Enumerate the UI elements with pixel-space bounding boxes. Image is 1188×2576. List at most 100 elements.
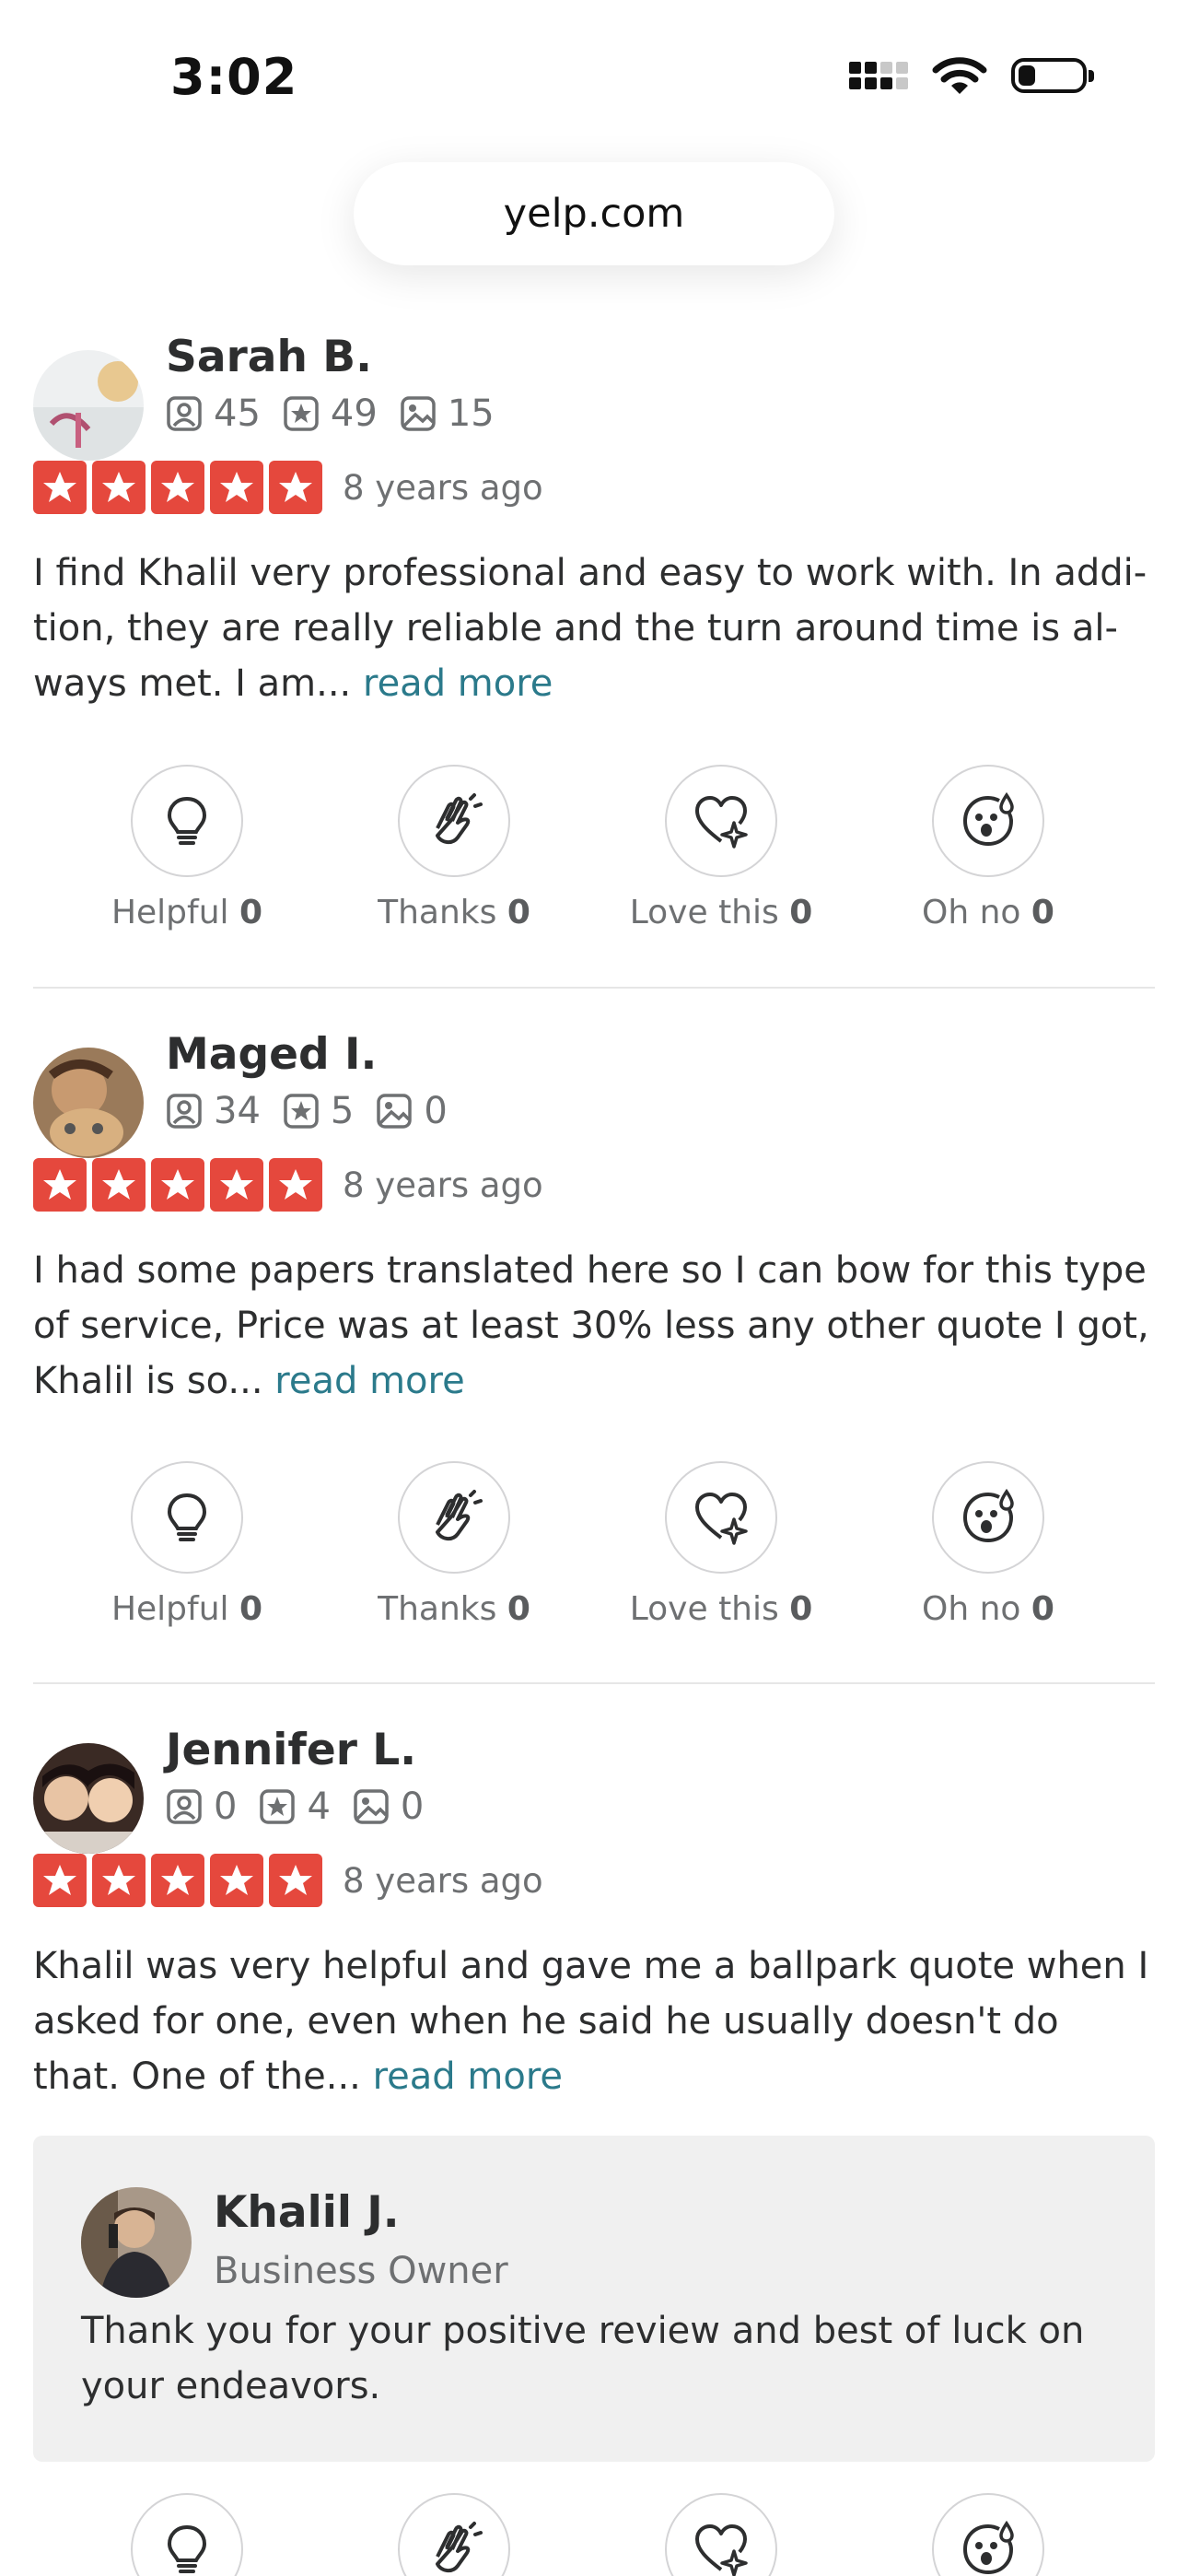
oh-no-button[interactable]: Oh no 0 (878, 1461, 1099, 1628)
star-icon (210, 461, 263, 514)
oh-no-button[interactable]: Oh no 0 (878, 765, 1099, 931)
love-this-button[interactable] (611, 2493, 832, 2576)
read-more-link[interactable]: read more (373, 2055, 563, 2098)
star-icon (269, 461, 322, 514)
avatar[interactable] (33, 1048, 144, 1158)
clapping-hands-icon (436, 2522, 483, 2572)
star-icon (33, 461, 87, 514)
reactions-row: Helpful 0 Thanks 0 Love this 0 Oh no 0 (33, 765, 1155, 949)
star-icon (92, 1854, 146, 1907)
photo-icon (377, 1094, 413, 1129)
friends-count: 34 (214, 1090, 261, 1132)
read-more-link[interactable]: read more (363, 662, 553, 705)
reviewer-name[interactable]: Jennifer L. (166, 1725, 416, 1775)
helpful-button[interactable]: Helpful 0 (76, 765, 297, 931)
friends-icon (167, 396, 202, 431)
review-body: Khalil was very helpful and gave me a ba… (33, 1945, 1149, 2098)
clapping-hands-icon (436, 1490, 483, 1540)
review-count: 49 (330, 392, 378, 435)
review-count-icon (284, 396, 319, 431)
review-body: I find Khalil very professional and easy… (33, 552, 1147, 705)
friends-count: 45 (214, 392, 261, 435)
love-this-button[interactable]: Love this 0 (611, 765, 832, 931)
reviewer-stats: 0 4 0 (166, 1786, 446, 1828)
lightbulb-icon (167, 1493, 207, 1541)
reviewer-stats: 34 5 0 (166, 1090, 470, 1132)
star-icon (151, 1854, 204, 1907)
clapping-hands-icon (436, 793, 483, 844)
rating-row: 8 years ago (33, 461, 543, 514)
reviewer-stats: 45 49 15 (166, 392, 517, 435)
review-text: Khalil was very helpful and gave me a ba… (33, 1938, 1155, 2104)
status-time: 3:02 (170, 48, 298, 106)
star-icon (269, 1854, 322, 1907)
review-count-icon (260, 1789, 296, 1824)
friends-icon (167, 1094, 202, 1129)
star-icon (92, 461, 146, 514)
cellular-signal-icon (849, 62, 908, 89)
reviewer-name[interactable]: Sarah B. (166, 332, 372, 382)
reviewer-name[interactable]: Maged I. (166, 1029, 377, 1080)
shocked-face-icon (962, 1488, 1014, 1543)
review-date: 8 years ago (343, 1860, 543, 1901)
thanks-button[interactable]: Thanks 0 (344, 765, 565, 931)
thanks-button[interactable] (344, 2493, 565, 2576)
status-icons (849, 55, 1094, 96)
photo-count: 0 (400, 1786, 425, 1828)
url-text: yelp.com (503, 191, 685, 237)
battery-icon (1011, 58, 1094, 93)
heart-sparkle-icon (695, 1493, 748, 1545)
divider (33, 987, 1155, 989)
divider (33, 1682, 1155, 1684)
read-more-link[interactable]: read more (274, 1360, 464, 1402)
url-bar[interactable]: yelp.com (354, 162, 834, 265)
lightbulb-icon (167, 2524, 207, 2573)
wifi-icon (932, 57, 987, 94)
friends-icon (167, 1789, 202, 1824)
helpful-button[interactable]: Helpful 0 (76, 1461, 297, 1628)
owner-role: Business Owner (214, 2250, 508, 2292)
owner-avatar[interactable] (81, 2187, 192, 2298)
rating-row: 8 years ago (33, 1158, 543, 1212)
avatar[interactable] (33, 350, 144, 461)
shocked-face-icon (962, 791, 1014, 847)
shocked-face-icon (962, 2520, 1014, 2575)
star-icon (210, 1854, 263, 1907)
photo-icon (401, 396, 436, 431)
star-icon (151, 461, 204, 514)
reactions-row (33, 2493, 1155, 2576)
helpful-button[interactable] (76, 2493, 297, 2576)
heart-sparkle-icon (695, 796, 748, 849)
star-icon (92, 1158, 146, 1212)
review-date: 8 years ago (343, 467, 543, 508)
star-icon (210, 1158, 263, 1212)
oh-no-button[interactable] (878, 2493, 1099, 2576)
heart-sparkle-icon (695, 2524, 748, 2576)
photo-count: 15 (447, 392, 495, 435)
review-date: 8 years ago (343, 1165, 543, 1205)
rating-row: 8 years ago (33, 1854, 543, 1907)
love-this-button[interactable]: Love this 0 (611, 1461, 832, 1628)
avatar[interactable] (33, 1743, 144, 1854)
star-icon (33, 1854, 87, 1907)
review-count: 5 (330, 1090, 355, 1132)
star-rating (33, 1854, 322, 1907)
owner-reply: Khalil J. Business Owner Thank you for y… (33, 2136, 1155, 2462)
star-rating (33, 1158, 322, 1212)
review-count: 4 (307, 1786, 331, 1828)
thanks-button[interactable]: Thanks 0 (344, 1461, 565, 1628)
owner-name[interactable]: Khalil J. (214, 2187, 400, 2238)
photo-icon (354, 1789, 389, 1824)
review-text: I had some papers translated here so I c… (33, 1243, 1155, 1409)
status-bar: 3:02 (0, 0, 1188, 157)
review-body: I had some papers translated here so I c… (33, 1249, 1149, 1402)
friends-count: 0 (214, 1786, 238, 1828)
lightbulb-icon (167, 796, 207, 845)
photo-count: 0 (424, 1090, 448, 1132)
review-text: I find Khalil very professional and easy… (33, 545, 1155, 711)
review-count-icon (284, 1094, 319, 1129)
star-icon (33, 1158, 87, 1212)
star-icon (269, 1158, 322, 1212)
star-rating (33, 461, 322, 514)
reactions-row: Helpful 0 Thanks 0 Love this 0 Oh no 0 (33, 1461, 1155, 1645)
